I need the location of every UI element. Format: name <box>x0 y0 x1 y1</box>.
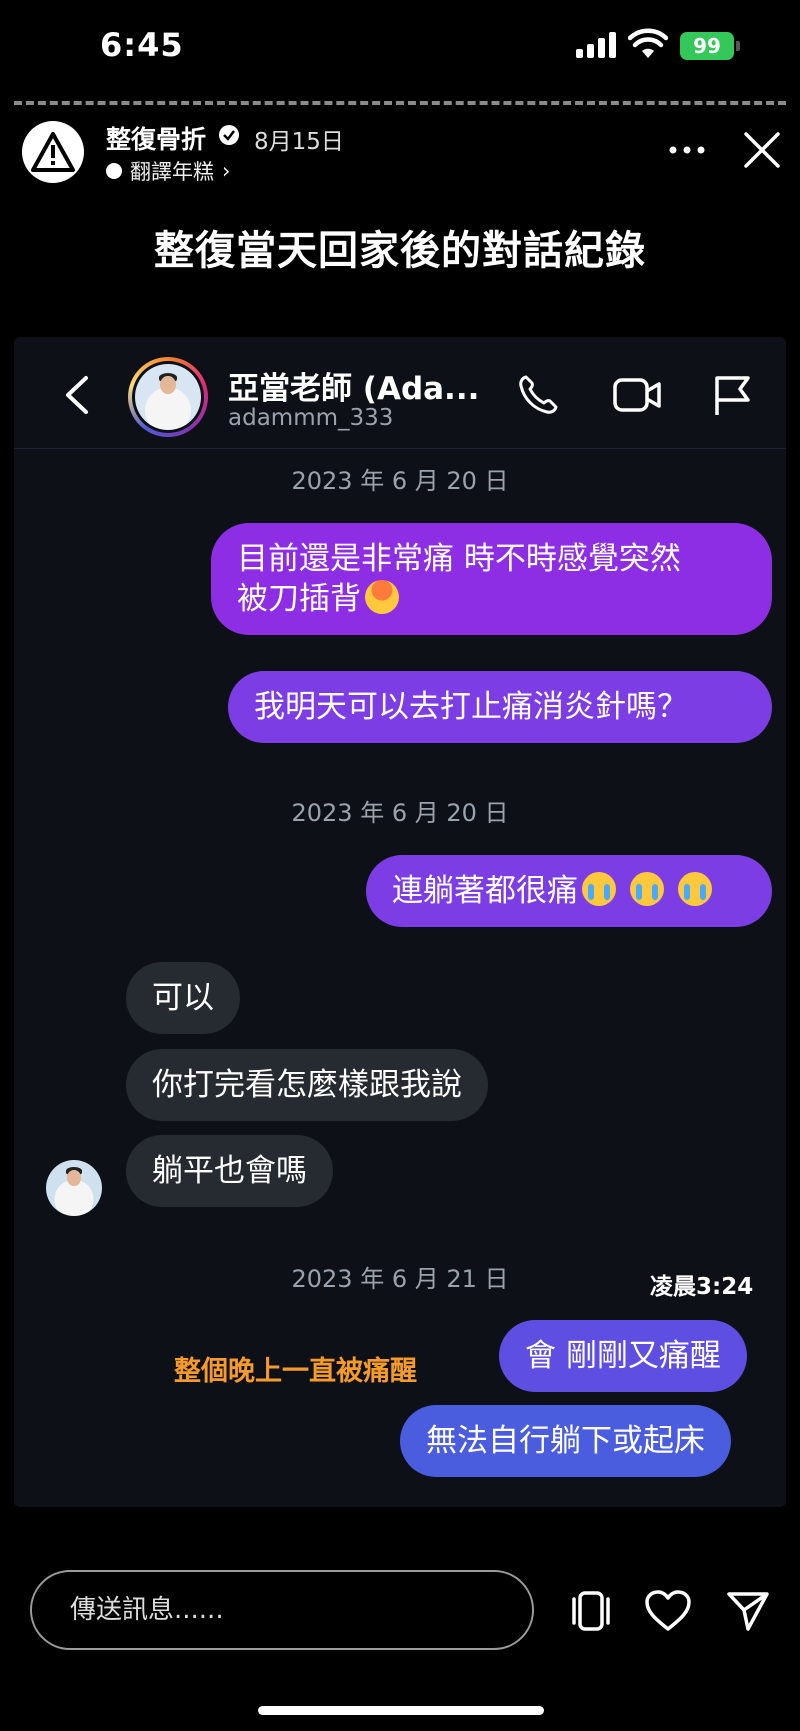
date-separator: 2023 年 6 月 20 日 <box>291 467 509 495</box>
sent-message[interactable]: 會 剛剛又痛醒 <box>499 1320 747 1392</box>
contact-avatar[interactable] <box>128 357 208 437</box>
sent-message[interactable]: 目前還是非常痛 時不時感覺突然 被刀插背 <box>211 523 772 635</box>
story-avatar[interactable] <box>22 121 84 183</box>
flag-icon[interactable] <box>712 373 752 417</box>
message-text: 連躺著都很痛 <box>392 873 578 909</box>
story-header: 整復骨折 8月15日 翻譯年糕 › <box>0 115 800 190</box>
time-annotation: 凌晨3:24 <box>650 1274 754 1300</box>
crying-emoji-icon <box>629 872 664 906</box>
cellular-signal-icon <box>576 32 618 58</box>
status-time: 6:45 <box>100 26 184 64</box>
back-icon[interactable] <box>62 375 92 415</box>
contact-name[interactable]: 亞當老師 (Ada... <box>228 363 479 408</box>
exploding-head-emoji-icon <box>365 580 399 614</box>
story-subtitle: 翻譯年糕 <box>130 160 214 184</box>
chevron-right-icon: › <box>222 159 231 183</box>
send-icon[interactable] <box>726 1590 770 1632</box>
battery-indicator: 99 <box>680 32 734 60</box>
battery-tip <box>736 41 740 51</box>
story-progress-bar <box>14 101 786 105</box>
sent-message[interactable]: 我明天可以去打止痛消炎針嗎？ <box>228 671 772 743</box>
sticker-icon[interactable] <box>566 1590 616 1632</box>
story-date: 8月15日 <box>254 129 344 155</box>
verified-icon <box>219 125 239 145</box>
close-icon[interactable] <box>742 130 782 170</box>
contact-avatar-small[interactable] <box>46 1160 102 1216</box>
message-text-line2: 被刀插背 <box>237 581 361 617</box>
story-translation-link[interactable]: 翻譯年糕 › <box>106 156 230 186</box>
dm-header: 亞當老師 (Ada... adammm_333 <box>14 337 786 449</box>
orange-annotation: 整個晚上一直被痛醒 <box>174 1356 417 1387</box>
received-message[interactable]: 可以 <box>126 962 240 1034</box>
heart-icon[interactable] <box>644 1590 692 1632</box>
received-message[interactable]: 你打完看怎麼樣跟我說 <box>126 1049 488 1121</box>
message-text-line1: 目前還是非常痛 時不時感覺突然 <box>237 541 681 577</box>
reply-input[interactable]: 傳送訊息...... <box>30 1570 534 1650</box>
status-bar: 6:45 99 <box>0 0 800 90</box>
story-username[interactable]: 整復骨折 <box>106 120 206 156</box>
more-icon[interactable] <box>668 145 706 155</box>
chat-bubble-icon <box>106 163 122 179</box>
sent-message[interactable]: 連躺著都很痛 <box>366 855 772 927</box>
story-caption: 整復當天回家後的對話紀錄 <box>154 228 646 274</box>
sent-message[interactable]: 無法自行躺下或起床 <box>400 1405 731 1477</box>
video-icon[interactable] <box>612 375 662 415</box>
home-indicator <box>258 1706 544 1715</box>
crying-emoji-icon <box>677 872 712 906</box>
phone-icon[interactable] <box>516 373 560 417</box>
dm-screenshot: 亞當老師 (Ada... adammm_333 2023 年 6 月 20 日 … <box>14 337 786 1507</box>
received-message[interactable]: 躺平也會嗎 <box>126 1135 333 1207</box>
warning-icon <box>31 132 75 172</box>
date-separator: 2023 年 6 月 20 日 <box>291 799 509 827</box>
contact-handle: adammm_333 <box>228 405 394 431</box>
wifi-icon <box>628 28 668 58</box>
crying-emoji-icon <box>582 872 616 906</box>
